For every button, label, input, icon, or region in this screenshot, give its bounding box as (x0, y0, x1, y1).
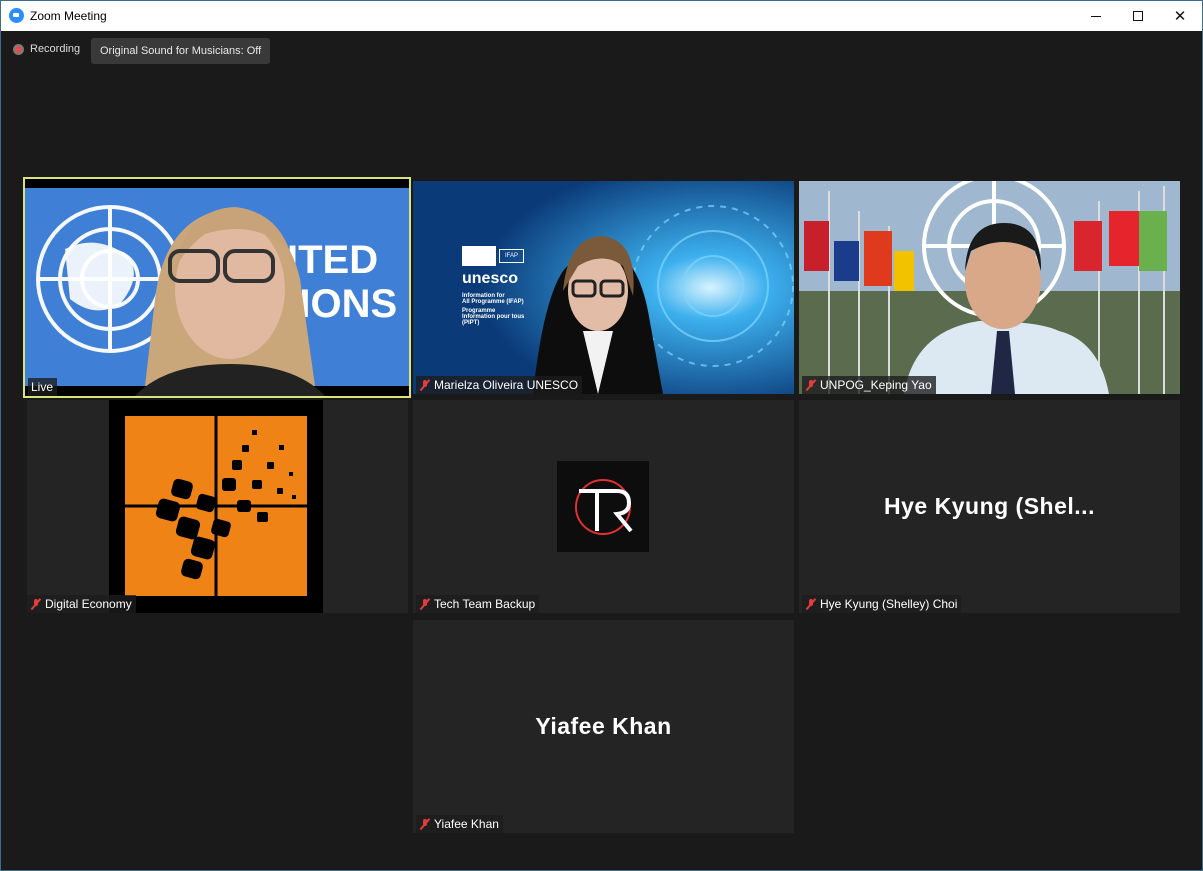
mic-off-icon (30, 598, 42, 610)
minimize-icon (1091, 15, 1101, 17)
recording-indicator[interactable]: Recording (13, 43, 80, 55)
participant-name-bar: Yiafee Khan (416, 815, 503, 833)
video-tile-live[interactable]: ITED TIONS Live (23, 177, 411, 398)
participant-name-bar: Live (28, 378, 58, 396)
mic-off-icon (419, 379, 431, 391)
mic-off-icon (805, 598, 817, 610)
participant-name-bar: Digital Economy (27, 595, 136, 613)
mic-off-icon (419, 598, 431, 610)
mic-off-icon (419, 818, 431, 830)
zoom-app-icon (9, 8, 24, 23)
participant-name-bar: UNPOG_Keping Yao (802, 376, 936, 394)
video-tile-keping-yao[interactable]: UNPOG_Keping Yao (799, 181, 1180, 394)
participant-name-bar: Marielza Oliveira UNESCO (416, 376, 583, 394)
digital-economy-logo (27, 400, 408, 613)
participant-name-bar: Hye Kyung (Shelley) Choi (802, 595, 962, 613)
close-button[interactable]: ✕ (1158, 1, 1202, 31)
original-sound-button[interactable]: Original Sound for Musicians: Off (91, 38, 271, 64)
mic-off-icon (805, 379, 817, 391)
participant-name: Live (31, 380, 54, 394)
tech-team-logo (557, 461, 649, 552)
close-icon: ✕ (1173, 8, 1187, 25)
video-tile-yiafee-khan[interactable]: Yiafee Khan Yiafee Khan (413, 620, 794, 833)
participant-video (799, 181, 1180, 394)
minimize-button[interactable] (1074, 1, 1118, 31)
maximize-icon (1133, 11, 1143, 21)
video-tile-tech-team-backup[interactable]: Tech Team Backup (413, 400, 794, 613)
participant-display-name: Yiafee Khan (535, 713, 672, 739)
window-title: Zoom Meeting (30, 9, 107, 23)
slide-text-line1: ITED (287, 238, 378, 282)
video-tile-hye-kyung[interactable]: Hye Kyung (Shel... Hye Kyung (Shelley) C… (799, 400, 1180, 613)
participant-name: UNPOG_Keping Yao (820, 378, 932, 392)
participant-name: Digital Economy (45, 597, 132, 611)
participant-name: Marielza Oliveira UNESCO (434, 378, 579, 392)
record-icon (13, 43, 24, 55)
video-tile-marielza[interactable]: IFAP unesco Information for All Programm… (413, 181, 794, 394)
maximize-button[interactable] (1116, 1, 1160, 31)
recording-label: Recording (30, 43, 81, 55)
participant-name: Tech Team Backup (434, 597, 536, 611)
unesco-logo: IFAP unesco Information for All Programm… (462, 246, 582, 326)
participant-name: Hye Kyung (Shelley) Choi (820, 597, 958, 611)
speaker-video: ITED TIONS (25, 179, 409, 396)
participant-name: Yiafee Khan (434, 817, 499, 831)
participant-display-name: Hye Kyung (Shel... (884, 493, 1095, 519)
video-tile-digital-economy[interactable]: Digital Economy (27, 400, 408, 613)
zoom-window: Zoom Meeting ✕ Recording Original Sound … (0, 0, 1203, 871)
participant-name-bar: Tech Team Backup (416, 595, 540, 613)
title-bar: Zoom Meeting ✕ (1, 1, 1202, 31)
